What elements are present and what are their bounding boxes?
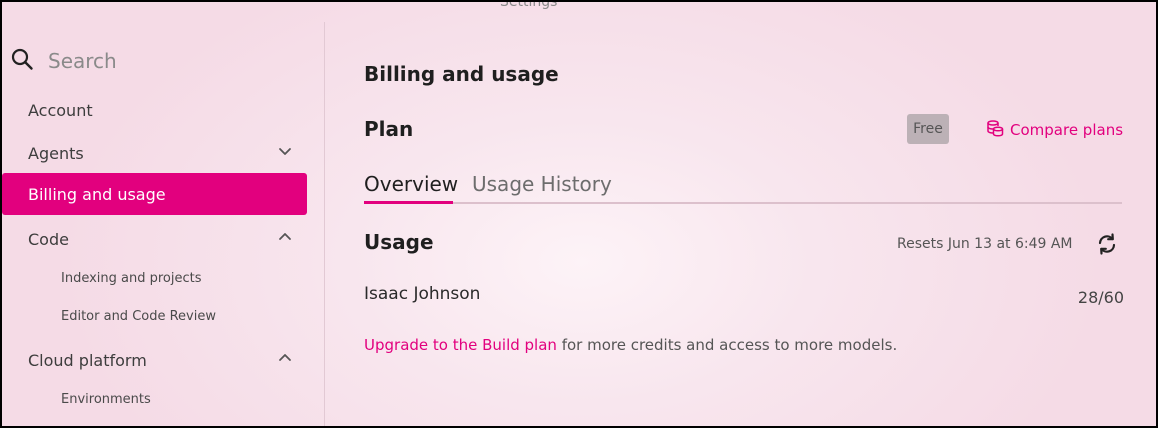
main-panel: Billing and usage Plan Free Compare plan… [364,2,1124,426]
tab-overview[interactable]: Overview [364,172,458,196]
sidebar-subitem-indexing[interactable]: Indexing and projects [2,261,307,295]
plan-heading: Plan [364,117,414,141]
page-title: Billing and usage [364,62,559,86]
sidebar-item-label: Editor and Code Review [61,308,216,324]
sidebar: Account Agents Billing and usage Code In… [2,2,324,426]
sidebar-subitem-environments[interactable]: Environments [2,382,307,416]
tab-bar-divider [364,202,1122,204]
search-input[interactable] [48,49,288,73]
chevron-up-icon[interactable] [277,350,293,370]
sidebar-item-label: Environments [61,391,151,407]
plan-badge: Free [907,114,949,144]
usage-reset-time: Resets Jun 13 at 6:49 AM [897,236,1073,252]
sidebar-item-agents[interactable]: Agents [2,132,307,174]
coins-icon [986,119,1010,141]
chevron-up-icon[interactable] [277,229,293,249]
sidebar-subitem-editor-review[interactable]: Editor and Code Review [2,299,307,333]
sidebar-item-code[interactable]: Code [2,218,307,260]
sidebar-item-cloud-platform[interactable]: Cloud platform [2,339,307,381]
sidebar-item-label: Billing and usage [28,184,166,204]
chevron-down-icon[interactable] [277,143,293,163]
upgrade-link[interactable]: Upgrade to the Build plan [364,336,557,354]
refresh-icon[interactable] [1095,232,1119,256]
usage-user-name: Isaac Johnson [364,284,481,304]
compare-plans-link[interactable]: Compare plans [986,119,1123,141]
usage-count: 28/60 [1077,288,1124,307]
sidebar-divider [324,22,325,426]
settings-window: Settings Account Agents Billing and usag… [2,2,1156,426]
sidebar-item-label: Cloud platform [28,350,147,370]
tab-bar: Overview Usage History [364,170,1122,204]
sidebar-item-account[interactable]: Account [2,89,307,131]
sidebar-item-label: Indexing and projects [61,270,202,286]
active-tab-indicator [364,201,453,204]
sidebar-item-label: Agents [28,143,84,163]
upgrade-message: Upgrade to the Build plan for more credi… [364,336,897,354]
compare-plans-label: Compare plans [1010,121,1124,139]
upgrade-text: for more credits and access to more mode… [556,336,898,354]
sidebar-item-label: Code [28,229,69,249]
search-box[interactable] [10,44,310,78]
search-icon [10,47,34,75]
sidebar-item-billing[interactable]: Billing and usage [2,173,307,215]
usage-heading: Usage [364,230,434,254]
sidebar-item-label: Account [28,100,93,120]
tab-usage-history[interactable]: Usage History [472,172,612,196]
